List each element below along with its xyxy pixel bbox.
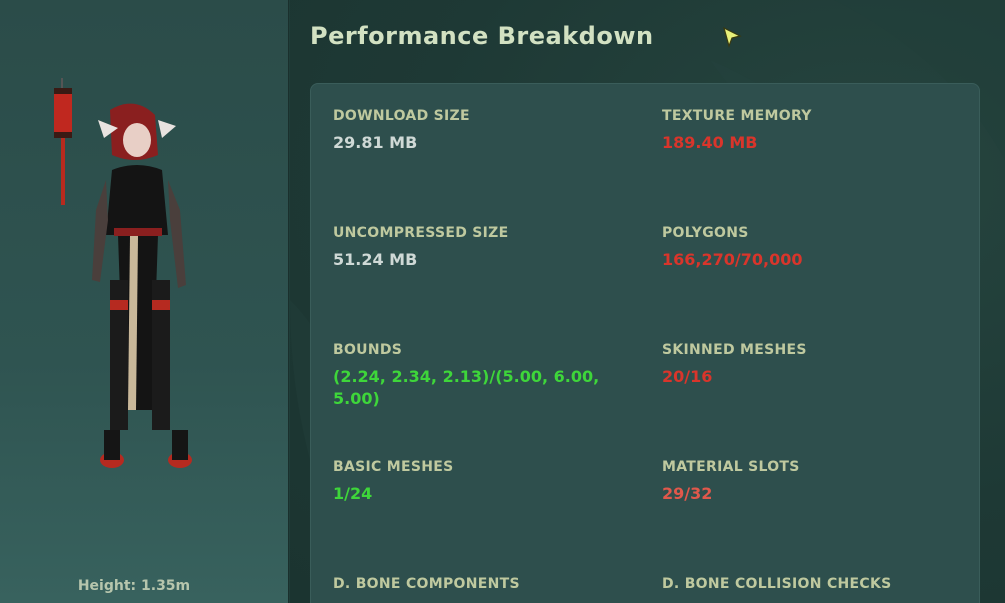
stat-label: UNCOMPRESSED SIZE [333, 225, 509, 241]
stat-value: 166,270/70,000 [662, 250, 803, 269]
stat-material-slots: MATERIAL SLOTS 29/32 [662, 459, 952, 505]
stat-label: D. BONE COLLISION CHECKS [662, 576, 892, 592]
performance-stats-card: DOWNLOAD SIZE 29.81 MB TEXTURE MEMORY 18… [310, 83, 980, 603]
stat-download-size: DOWNLOAD SIZE 29.81 MB [333, 108, 623, 154]
stat-value: 20/16 [662, 367, 713, 386]
stat-value: 29.81 MB [333, 133, 418, 152]
stat-value: 51.24 MB [333, 250, 418, 269]
stat-label: SKINNED MESHES [662, 342, 807, 358]
stat-value: 29/32 [662, 484, 713, 503]
stat-skinned-meshes: SKINNED MESHES 20/16 [662, 342, 952, 388]
stat-basic-meshes: BASIC MESHES 1/24 [333, 459, 623, 505]
stat-value: 1/24 [333, 484, 373, 503]
avatar-preview [54, 78, 192, 468]
page-title: Performance Breakdown [310, 22, 654, 50]
stat-value: (2.24, 2.34, 2.13)/(5.00, 6.00, 5.00) [333, 367, 600, 408]
arrow-cursor-icon [723, 26, 742, 48]
stat-label: BOUNDS [333, 342, 403, 358]
stat-value: 189.40 MB [662, 133, 758, 152]
stat-label: TEXTURE MEMORY [662, 108, 812, 124]
stat-label: DOWNLOAD SIZE [333, 108, 470, 124]
stat-uncompressed-size: UNCOMPRESSED SIZE 51.24 MB [333, 225, 623, 271]
stat-label: D. BONE COMPONENTS [333, 576, 520, 592]
stat-label: MATERIAL SLOTS [662, 459, 800, 475]
stat-label: POLYGONS [662, 225, 749, 241]
stat-dynamic-bone-collision-checks: D. BONE COLLISION CHECKS [662, 576, 952, 600]
stat-dynamic-bone-components: D. BONE COMPONENTS [333, 576, 623, 600]
stat-texture-memory: TEXTURE MEMORY 189.40 MB [662, 108, 952, 154]
stat-bounds: BOUNDS (2.24, 2.34, 2.13)/(5.00, 6.00, 5… [333, 342, 618, 410]
stat-label: BASIC MESHES [333, 459, 454, 475]
avatar-preview-panel: Height: 1.35m [0, 0, 289, 603]
avatar-height-label: Height: 1.35m [77, 578, 191, 594]
stat-polygons: POLYGONS 166,270/70,000 [662, 225, 952, 271]
